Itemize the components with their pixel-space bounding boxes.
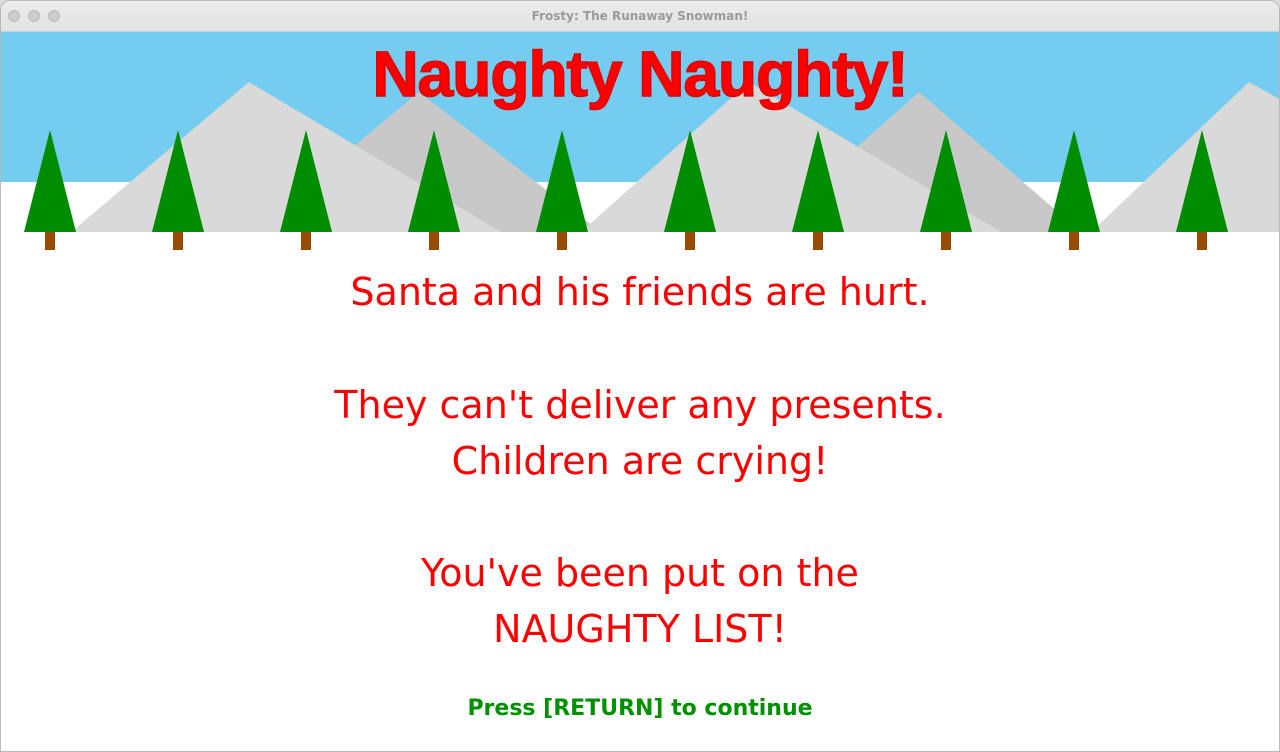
window-title: Frosty: The Runaway Snowman!: [531, 9, 749, 23]
tree-trunk: [1197, 230, 1207, 250]
title-bar[interactable]: Frosty: The Runaway Snowman!: [1, 1, 1279, 32]
tree-trunk: [429, 230, 439, 250]
message-line-naughty-intro: You've been put on the: [421, 551, 859, 595]
continue-prompt[interactable]: Press [RETURN] to continue: [1, 694, 1279, 724]
tree-trunk: [301, 230, 311, 250]
tree-trunk: [813, 230, 823, 250]
game-window: Frosty: The Runaway Snowman! Naughty Nau…: [0, 0, 1280, 752]
tree-trunk: [557, 230, 567, 250]
tree-trunk: [685, 230, 695, 250]
message-line-presents: They can't deliver any presents.: [334, 383, 946, 427]
message-line-hurt: Santa and his friends are hurt.: [350, 270, 930, 314]
message-line-naughty-list: NAUGHTY LIST!: [493, 607, 787, 651]
message-line-crying: Children are crying!: [451, 439, 829, 483]
tree-trunk: [173, 230, 183, 250]
snow-drift: [1, 230, 1279, 262]
tree-trunk: [45, 230, 55, 250]
tree-trunk: [1069, 230, 1079, 250]
screen-title: Naughty Naughty!: [372, 37, 910, 111]
tree-trunk: [941, 230, 951, 250]
